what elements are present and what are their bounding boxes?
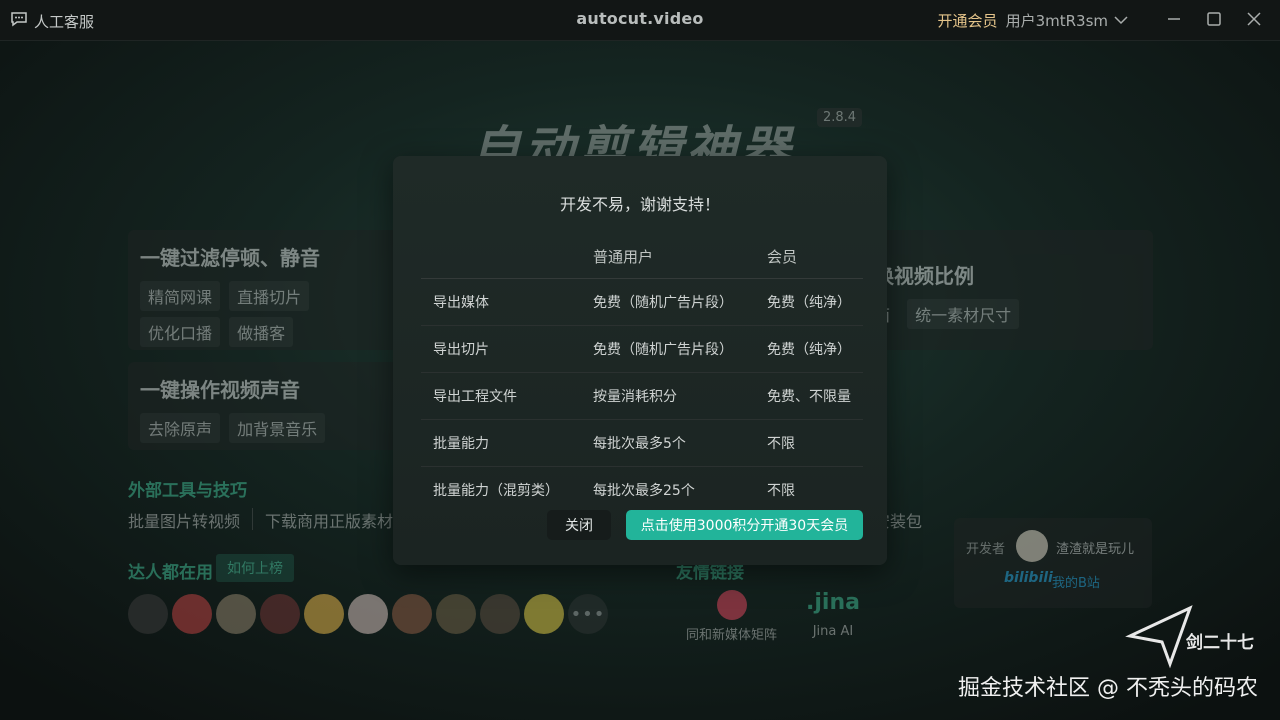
table-cell: 每批次最多5个: [592, 419, 766, 467]
feature-card-audio[interactable]: 一键操作视频声音 去除原声 加背景音乐: [128, 362, 398, 450]
tools-section-title: 外部工具与技巧: [128, 481, 247, 501]
user-menu[interactable]: 用户3mtR3sm: [1006, 10, 1128, 31]
redeem-membership-button[interactable]: 点击使用3000积分开通30天会员: [626, 510, 863, 540]
chip[interactable]: 做播客: [229, 317, 294, 347]
creators-section-title: 达人都在用: [128, 563, 213, 583]
table-cell: 批量能力: [421, 419, 592, 467]
chip[interactable]: 优化口播: [140, 317, 221, 347]
divider: [252, 508, 254, 530]
table-cell: 导出工程文件: [421, 372, 592, 420]
bilibili-logo[interactable]: bilibili: [1004, 570, 1053, 586]
minimize-button[interactable]: [1154, 0, 1194, 40]
friend-name: 同和新媒体矩阵: [686, 628, 778, 643]
creator-avatar[interactable]: [304, 594, 344, 634]
table-row: 导出切片 免费（随机广告片段） 免费（纯净）: [421, 325, 863, 373]
flower-icon: [716, 590, 747, 620]
tool-link[interactable]: 批量图片转视频: [128, 508, 240, 532]
maximize-icon: [1207, 11, 1221, 30]
dialog-title: 开发不易，谢谢支持！: [559, 195, 720, 214]
user-name: 用户3mtR3sm: [1005, 11, 1108, 30]
table-cell: 批量能力（混剪类）: [433, 483, 559, 499]
close-window-button[interactable]: [1234, 0, 1274, 40]
open-vip-button[interactable]: 开通会员: [938, 10, 998, 31]
table-cell: 不限: [767, 483, 795, 499]
minimize-icon: [1167, 11, 1181, 30]
table-row: 批量能力（混剪类） 每批次最多25个 不限: [421, 467, 863, 514]
title-bar: 人工客服 autocut.video 开通会员 用户3mtR3sm: [0, 0, 1280, 41]
table-cell: 免费（纯净）: [766, 278, 863, 326]
table-cell: 不限: [766, 419, 863, 467]
close-dialog-button[interactable]: 关闭: [547, 510, 611, 540]
version-badge: 2.8.4: [817, 108, 863, 127]
membership-dialog: 开发不易，谢谢支持！ 普通用户 会员 导出媒体 免费（随机广告片段） 免费（纯净…: [393, 156, 887, 565]
table-cell: 免费（随机广告片段）: [592, 325, 766, 373]
developer-label: 开发者: [966, 542, 1006, 557]
close-icon: [1247, 11, 1261, 30]
watermark-logo: 剑二十七: [1124, 602, 1264, 676]
jina-logo: .jina: [806, 590, 860, 615]
table-row: 导出媒体 免费（随机广告片段） 免费（纯净）: [421, 278, 863, 326]
creator-avatar[interactable]: [216, 594, 256, 634]
table-cell: 每批次最多25个: [593, 483, 695, 499]
table-cell: 免费（纯净）: [766, 325, 863, 373]
card-title: 一键操作视频声音: [140, 378, 300, 402]
table-cell: 按量消耗积分: [592, 372, 766, 420]
creator-avatar[interactable]: [260, 594, 300, 634]
chip[interactable]: 精简网课: [140, 281, 221, 311]
friend-name: Jina AI: [812, 624, 854, 639]
support-label: 人工客服: [34, 12, 95, 31]
column-header: [421, 234, 592, 279]
creator-avatar[interactable]: [436, 594, 476, 634]
customer-support-button[interactable]: 人工客服: [10, 10, 94, 32]
plan-comparison-table: 普通用户 会员 导出媒体 免费（随机广告片段） 免费（纯净） 导出切片 免费（随…: [421, 234, 863, 513]
feature-card-aspect-ratio[interactable]: 换视频比例 面 统一素材尺寸: [860, 230, 1153, 350]
card-title: 换视频比例: [874, 264, 974, 288]
creator-avatar[interactable]: [128, 594, 168, 634]
creator-avatar[interactable]: [172, 594, 212, 634]
column-header: 普通用户: [592, 234, 766, 279]
bilibili-link[interactable]: 我的B站: [1052, 572, 1100, 591]
chip[interactable]: 加背景音乐: [229, 413, 326, 443]
creator-avatar[interactable]: [348, 594, 388, 634]
table-row: 导出工程文件 按量消耗积分 免费、不限量: [421, 372, 863, 420]
chip[interactable]: 直播切片: [229, 281, 310, 311]
developer-avatar[interactable]: [1016, 530, 1048, 562]
column-header: 会员: [766, 234, 863, 279]
how-to-rank-button[interactable]: 如何上榜: [216, 554, 294, 582]
table-cell: 导出切片: [421, 325, 592, 373]
friend-link-jina[interactable]: .jina Jina AI: [806, 590, 860, 639]
chat-bubble-icon: [10, 10, 28, 32]
creator-avatar[interactable]: [524, 594, 564, 634]
creator-avatar[interactable]: [392, 594, 432, 634]
developer-name: 渣渣就是玩儿: [1056, 542, 1135, 557]
table-header-row: 普通用户 会员: [421, 234, 863, 279]
chip[interactable]: 去除原声: [140, 413, 221, 443]
table-cell: 免费、不限量: [766, 372, 863, 420]
creator-avatar[interactable]: [480, 594, 520, 634]
table-row: 批量能力 每批次最多5个 不限: [421, 419, 863, 467]
feature-card-filter-silence[interactable]: 一键过滤停顿、静音 精简网课 直播切片 优化口播 做播客: [128, 230, 398, 350]
maximize-button[interactable]: [1194, 0, 1234, 40]
watermark-text: 掘金技术社区 @ 不秃头的码农: [958, 676, 1258, 701]
watermark-mark-text: 剑二十七: [1185, 632, 1254, 653]
card-title: 一键过滤停顿、静音: [140, 246, 320, 270]
tools-list: 批量图片转视频 下载商用正版素材: [128, 508, 393, 532]
more-avatars-button[interactable]: •••: [568, 594, 608, 634]
creator-avatars: •••: [128, 594, 608, 634]
tool-link[interactable]: 下载商用正版素材: [265, 508, 393, 532]
table-cell: 免费（随机广告片段）: [592, 278, 766, 326]
friend-link-tonghe[interactable]: 同和新媒体矩阵: [686, 590, 777, 643]
developer-card: 开发者 渣渣就是玩儿 bilibili 我的B站: [954, 518, 1152, 608]
table-cell: 导出媒体: [421, 278, 592, 326]
chip[interactable]: 统一素材尺寸: [907, 299, 1020, 329]
chevron-down-icon: [1114, 11, 1128, 29]
